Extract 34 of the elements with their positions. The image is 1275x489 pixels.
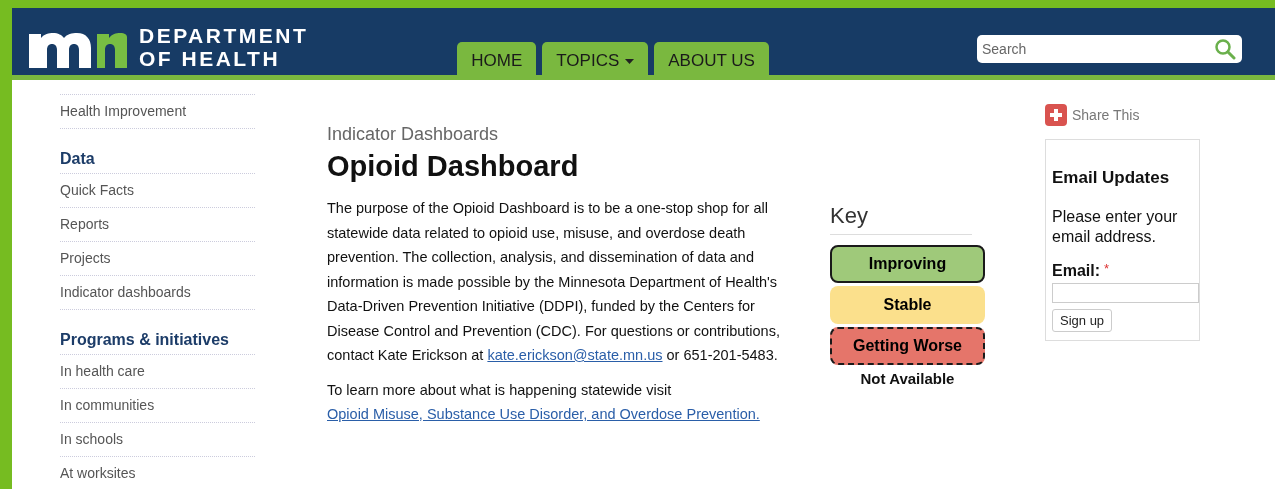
- search-icon[interactable]: [1214, 38, 1236, 60]
- sidebar-link[interactable]: Projects: [60, 242, 255, 276]
- search-field[interactable]: Search: [977, 35, 1242, 63]
- key-swatch: Improving: [830, 245, 985, 283]
- logo-text: DEPARTMENT: [139, 24, 309, 47]
- sidebar-link[interactable]: Indicator dashboards: [60, 276, 255, 310]
- sidebar-link[interactable]: Health Improvement: [60, 95, 255, 129]
- key-heading: Key: [830, 199, 972, 235]
- card-text: Please enter your email address.: [1052, 206, 1179, 247]
- plus-icon[interactable]: [1045, 104, 1067, 126]
- info-paragraph: To learn more about what is happening statewide visit Opioid Misuse, Substance Use Disorder, and Overdose Prevention.: [327, 380, 761, 424]
- email-field[interactable]: [1052, 282, 1199, 303]
- breadcrumb: Indicator Dashboards: [327, 123, 500, 146]
- info-link[interactable]: Opioid Misuse, Substance Use Disorder, and Overdose Prevention.: [327, 406, 760, 422]
- card-title: Email Updates: [1052, 167, 1171, 189]
- sidebar-link[interactable]: In health care: [60, 355, 255, 389]
- logo-text: OF HEALTH: [139, 47, 282, 70]
- sidebar-link[interactable]: At worksites: [60, 457, 255, 489]
- sidebar-link[interactable]: In schools: [60, 423, 255, 457]
- sidebar-link[interactable]: In communities: [60, 389, 255, 423]
- required-mark: *: [1104, 259, 1110, 278]
- email-link[interactable]: kate.erickson@state.mn.us: [487, 347, 663, 363]
- key-swatch: Getting Worse: [830, 327, 985, 365]
- intro-paragraph: The purpose of the Opioid Dashboard is to be a one-stop shop for all statewide data related to opioid use, misuse, and overdose death prevention. The collection, analysis, and dissemination of data and information is made possible by the Minnesota Department of Health's Data-Driven Prevention Initiative (DDPI), funded by the Centers for Disease Control and Prevention (CDC). For questions or contributions, contact Kate Erickson at kate.erickson@state.mn.us or 651-201-5483.: [327, 199, 781, 365]
- key-label: Not Available: [859, 369, 956, 389]
- page-title: Opioid Dashboard: [327, 149, 580, 184]
- sidebar-link[interactable]: Quick Facts: [60, 174, 255, 208]
- signup-button[interactable]: Sign up: [1052, 308, 1113, 332]
- field-label: Email:: [1052, 260, 1100, 281]
- sidebar-heading: Data: [60, 147, 255, 174]
- sidebar-link[interactable]: Reports: [60, 208, 255, 242]
- key-swatch: Stable: [830, 286, 985, 324]
- sidebar-heading: Programs & initiatives: [60, 328, 255, 355]
- share-link[interactable]: Share This: [1072, 104, 1140, 126]
